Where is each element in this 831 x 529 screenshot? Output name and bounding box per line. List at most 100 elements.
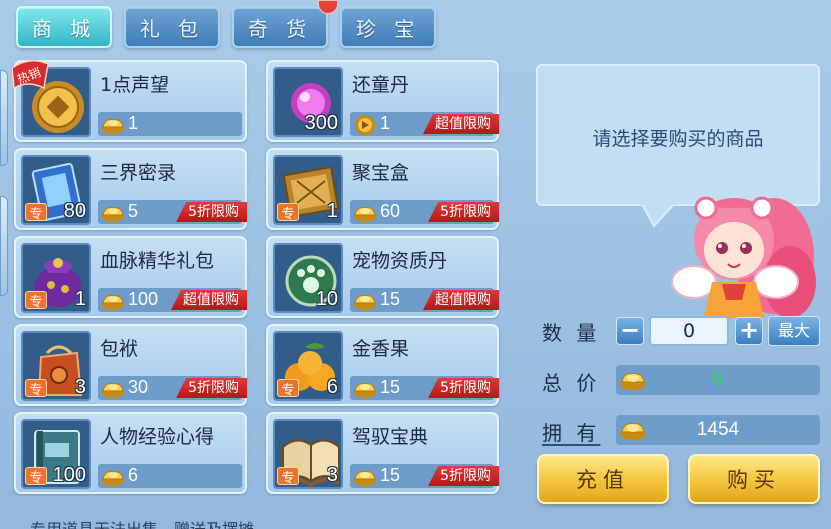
exclusive-badge: 专 [277,203,299,222]
item-name: 1点声望 [100,74,170,96]
item-name: 金香果 [352,338,410,360]
item-price: 15 [380,377,401,397]
tab-shop[interactable]: 商 城 [16,6,112,48]
item-price: 100 [128,289,159,309]
promo-badge: 超值限购 [423,290,499,310]
item-icon-frame: 专1 [21,243,91,313]
item-price: 15 [380,289,401,309]
max-button[interactable]: 最大 [768,316,820,346]
item-name: 还童丹 [352,74,410,96]
item-icon-frame: 专3 [21,331,91,401]
item-price: 30 [128,377,149,397]
tab-rare-goods[interactable]: 奇 货 [232,6,328,48]
owned-label: 拥 有 [542,421,601,445]
total-price-bar: 0 [616,365,820,395]
recharge-button[interactable]: 充值 [537,454,669,504]
promo-badge: 超值限购 [423,114,499,134]
shop-item-card[interactable]: 专 6 金香果 15 5折限购 [266,324,499,406]
notification-dot [318,0,338,14]
item-quantity: 10 [315,288,338,310]
item-quantity: 1 [326,200,338,222]
promo-badge: 5折限购 [428,466,499,486]
item-quantity: 3 [74,376,86,398]
item-quantity: 300 [304,112,338,134]
item-quantity: 6 [326,376,338,398]
tab-treasure[interactable]: 珍 宝 [340,6,436,48]
item-price: 6 [128,465,139,485]
item-icon-frame: 专1 [273,155,343,225]
side-panel-edge [0,196,8,296]
exclusive-badge: 专 [25,203,47,222]
exclusive-badge: 专 [25,291,47,310]
shop-item-card[interactable]: 专 1 血脉精华礼包 100 超值限购 [14,236,247,318]
mascot-girl-icon [671,196,816,318]
decrease-button[interactable]: − [616,317,644,345]
promo-badge: 5折限购 [428,378,499,398]
exclusive-badge: 专 [277,467,299,486]
shop-item-card[interactable]: 10 宠物资质丹 15 超值限购 [266,236,499,318]
item-name: 人物经验心得 [100,426,215,448]
exclusive-badge: 专 [25,379,47,398]
hot-sale-badge: 热销 [12,58,50,92]
total-price-value: 0 [712,369,724,390]
promo-badge: 超值限购 [171,290,247,310]
exclusive-badge: 专 [277,379,299,398]
item-price: 60 [380,201,401,221]
shop-item-card[interactable]: 专 3 驾驭宝典 15 5折限购 [266,412,499,494]
exclusive-badge: 专 [25,467,47,486]
item-icon-frame: 专 80 [21,155,91,225]
item-name: 三界密录 [100,162,177,184]
coin-token-icon [355,115,375,135]
gold-ingot-icon [102,471,124,486]
increase-button[interactable]: + [735,317,763,345]
quantity-input[interactable]: 0 [649,316,729,346]
gold-ingot-icon [102,383,124,398]
shop-item-card[interactable]: 专 80 三界密录 5 5折限购 [14,148,247,230]
shop-item-card[interactable]: 专 3 包袱 30 5折限购 [14,324,247,406]
item-name: 包袱 [100,338,139,360]
item-price: 1 [380,113,391,133]
item-list[interactable]: 热销 1点声望 1 300 还童丹 1 超值限购专 80 三界密录 5 5折限购专 1 聚宝盒 60 5折限… [12,56,512,529]
shop-window: 商 城 礼 包 奇 货 珍 宝 热销 1点声望 1 300 还童丹 1 超值限购专 80 三界密… [0,0,831,529]
item-name: 驾驭宝典 [352,426,429,448]
promo-badge: 5折限购 [428,202,499,222]
item-quantity: 3 [326,464,338,486]
owned-value: 1454 [696,419,740,440]
promo-badge: 5折限购 [176,378,247,398]
item-icon-frame: 300 [273,67,343,137]
item-name: 聚宝盒 [352,162,410,184]
tab-gift-pack[interactable]: 礼 包 [124,6,220,48]
item-icon-frame: 10 [273,243,343,313]
gold-ingot-icon [354,207,376,222]
buy-button[interactable]: 购买 [688,454,820,504]
owned-bar: 1454 [616,415,820,445]
shop-item-card[interactable]: 专 100 人物经验心得 6 [14,412,247,494]
item-icon-frame: 专 100 [21,419,91,489]
promo-badge: 5折限购 [176,202,247,222]
item-name: 宠物资质丹 [352,250,448,272]
item-icon-frame: 专3 [273,419,343,489]
gold-ingot-icon [102,207,124,222]
quantity-label: 数 量 [542,321,601,345]
item-price: 15 [380,465,401,485]
footer-note: 专用道具无法出售、赠送及摆摊 [30,516,254,529]
item-quantity: 100 [52,464,86,486]
total-price-label: 总 价 [542,371,601,395]
prompt-text: 请选择要购买的商品 [592,128,764,150]
item-quantity: 80 [63,200,86,222]
item-price-bar: 6 [98,464,242,488]
shop-item-card[interactable]: 热销 1点声望 1 [12,58,247,142]
item-price: 1 [128,113,139,133]
gold-ingot-icon [354,383,376,398]
item-icon-frame: 专6 [273,331,343,401]
shop-item-card[interactable]: 专 1 聚宝盒 60 5折限购 [266,148,499,230]
item-price-bar: 1 [98,112,242,136]
prompt-bubble: 请选择要购买的商品 [536,64,820,206]
side-scroll-handle[interactable] [0,70,8,166]
gold-ingot-icon [102,119,124,134]
shop-item-card[interactable]: 300 还童丹 1 超值限购 [266,60,499,142]
gold-ingot-icon [354,471,376,486]
item-price: 5 [128,201,139,221]
gold-ingot-icon [102,295,124,310]
item-name: 血脉精华礼包 [100,250,215,272]
